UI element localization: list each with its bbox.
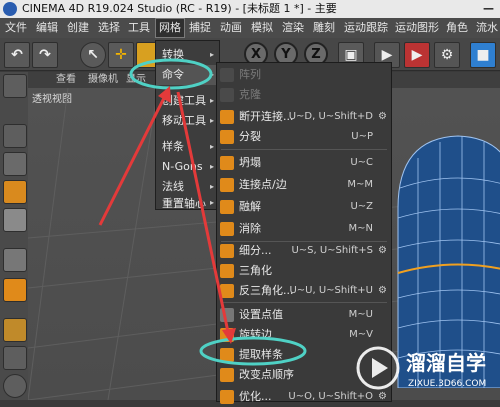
mesh-menu-item-reset-axis[interactable]: 重置轴心 ▸: [156, 197, 219, 210]
texture-mode-icon[interactable]: [3, 152, 27, 176]
menu-sculpt[interactable]: 雕刻: [310, 18, 338, 38]
submenu-arrow-icon: ▸: [209, 182, 214, 191]
spin-edge-icon: [220, 328, 234, 342]
edges-mode-icon[interactable]: [3, 278, 27, 302]
menu-create[interactable]: 创建: [64, 18, 92, 38]
optimize-icon: [220, 390, 234, 404]
submenu-arrow-icon: ▸: [209, 116, 214, 125]
mesh-menu-item-create-tools[interactable]: 创建工具 ▸: [156, 91, 219, 111]
menu-item-triangulate[interactable]: 三角化: [217, 261, 391, 281]
watermark-url: ZIXUE.3D66.COM: [408, 379, 486, 389]
cinema4d-logo-icon: [3, 2, 17, 16]
menu-item-clone[interactable]: 克隆: [217, 85, 391, 105]
settings-gear-icon[interactable]: ⚙: [378, 107, 387, 127]
workplane-mode-icon[interactable]: [3, 180, 27, 204]
watermark-logo: 溜溜自学 ZIXUE.3D66.COM: [356, 346, 486, 390]
mesh-menu-item-convert[interactable]: 转换 ▸: [156, 45, 219, 65]
view-menu-display[interactable]: 显示: [126, 72, 146, 88]
menu-render[interactable]: 渲染: [279, 18, 307, 38]
melt-icon: [220, 200, 234, 214]
mesh-menu-item-move-tools[interactable]: 移动工具 ▸: [156, 111, 219, 131]
left-mode-toolbar: [0, 72, 29, 400]
triangulate-icon: [220, 264, 234, 278]
snap-icon[interactable]: [3, 374, 27, 398]
polygons-mode-icon[interactable]: [3, 318, 27, 342]
enable-axis-icon[interactable]: [3, 346, 27, 370]
submenu-arrow-icon: ▸: [209, 96, 214, 105]
menu-simulate[interactable]: 模拟: [248, 18, 276, 38]
menu-item-disconnect[interactable]: 断开连接... U~D, U~Shift+D ⚙: [217, 107, 391, 127]
make-editable-icon[interactable]: [3, 74, 27, 98]
cube-primitive-icon[interactable]: ■: [470, 42, 496, 68]
menu-file[interactable]: 文件: [2, 18, 30, 38]
menu-item-collapse[interactable]: 坍塌 U~C: [217, 153, 391, 173]
menu-separator: [221, 149, 387, 150]
menu-item-connect-points-edges[interactable]: 连接点/边 M~M: [217, 175, 391, 195]
menu-edit[interactable]: 编辑: [33, 18, 61, 38]
move-tool-icon[interactable]: ✛: [108, 42, 134, 68]
undo-icon[interactable]: ↶: [4, 42, 30, 68]
menu-item-array[interactable]: 阵列: [217, 65, 391, 85]
menu-mesh[interactable]: 网格: [155, 18, 185, 38]
submenu-arrow-icon: ▸: [209, 198, 214, 207]
minimize-button[interactable]: —: [483, 0, 494, 18]
menu-mograph[interactable]: 运动图形: [392, 18, 442, 38]
menu-bar: 文件 编辑 创建 选择 工具 网格 捕捉 动画 模拟 渲染 雕刻 运动跟踪 运动…: [0, 18, 500, 38]
collapse-icon: [220, 156, 234, 170]
menu-motion-tracking[interactable]: 运动跟踪: [341, 18, 391, 38]
view-menu-camera[interactable]: 摄像机: [88, 72, 118, 88]
menu-item-melt[interactable]: 融解 U~Z: [217, 197, 391, 217]
mesh-menu-item-normals[interactable]: 法线 ▸: [156, 177, 219, 197]
menu-item-split[interactable]: 分裂 U~P: [217, 127, 391, 147]
settings-gear-icon[interactable]: ⚙: [378, 281, 387, 301]
submenu-arrow-icon: ▸: [209, 50, 214, 59]
title-bar: CINEMA 4D R19.024 Studio (RC - R19) - [未…: [0, 0, 500, 18]
points-mode-icon[interactable]: [3, 248, 27, 272]
menu-animate[interactable]: 动画: [217, 18, 245, 38]
split-icon: [220, 130, 234, 144]
watermark-brand: 溜溜自学: [406, 351, 486, 375]
render-picture-viewer-icon[interactable]: ▶: [404, 42, 430, 68]
submenu-arrow-icon: ▸: [209, 70, 214, 79]
menu-select[interactable]: 选择: [95, 18, 123, 38]
menu-pipeline[interactable]: 流水: [473, 18, 500, 38]
change-point-order-icon: [220, 368, 234, 382]
subdivide-icon: [220, 244, 234, 258]
menu-character[interactable]: 角色: [443, 18, 471, 38]
uv-mode-icon[interactable]: [3, 208, 27, 232]
set-point-value-icon: [220, 308, 234, 322]
menu-tools[interactable]: 工具: [125, 18, 153, 38]
menu-item-subdivide[interactable]: 细分... U~S, U~Shift+S ⚙: [217, 241, 391, 261]
mesh-menu-item-ngons[interactable]: N-Gons ▸: [156, 157, 219, 177]
redo-icon[interactable]: ↷: [32, 42, 58, 68]
mesh-menu-item-commands[interactable]: 命令 ▸: [156, 65, 219, 85]
menu-item-untriangulate[interactable]: 反三角化... U~U, U~Shift+U ⚙: [217, 281, 391, 301]
disconnect-icon: [220, 110, 234, 124]
menu-item-dissolve[interactable]: 消除 M~N: [217, 219, 391, 239]
view-menu-view[interactable]: 查看: [56, 72, 76, 88]
dissolve-icon: [220, 222, 234, 236]
model-mode-icon[interactable]: [3, 124, 27, 148]
mesh-menu-dropdown: 转换 ▸ 命令 ▸ 创建工具 ▸ 移动工具 ▸ 样条 ▸ N-Gons ▸ 法线 ▸ 重置轴心…: [155, 40, 220, 210]
submenu-arrow-icon: ▸: [209, 142, 214, 151]
render-settings-icon[interactable]: ⚙: [434, 42, 460, 68]
select-cursor-icon[interactable]: ↖: [80, 42, 106, 68]
edge-to-spline-icon: [220, 348, 234, 362]
array-icon: [220, 68, 234, 82]
clone-icon: [220, 88, 234, 102]
window-title: CINEMA 4D R19.024 Studio (RC - R19) - [未…: [22, 2, 337, 15]
mesh-menu-item-spline[interactable]: 样条 ▸: [156, 137, 219, 157]
menu-snap[interactable]: 捕捉: [186, 18, 214, 38]
submenu-arrow-icon: ▸: [209, 162, 214, 171]
connect-points-edges-icon: [220, 178, 234, 192]
settings-gear-icon[interactable]: ⚙: [378, 241, 387, 261]
untriangulate-icon: [220, 284, 234, 298]
menu-item-set-point-value[interactable]: 设置点值 M~U: [217, 305, 391, 325]
menu-separator: [221, 302, 387, 303]
